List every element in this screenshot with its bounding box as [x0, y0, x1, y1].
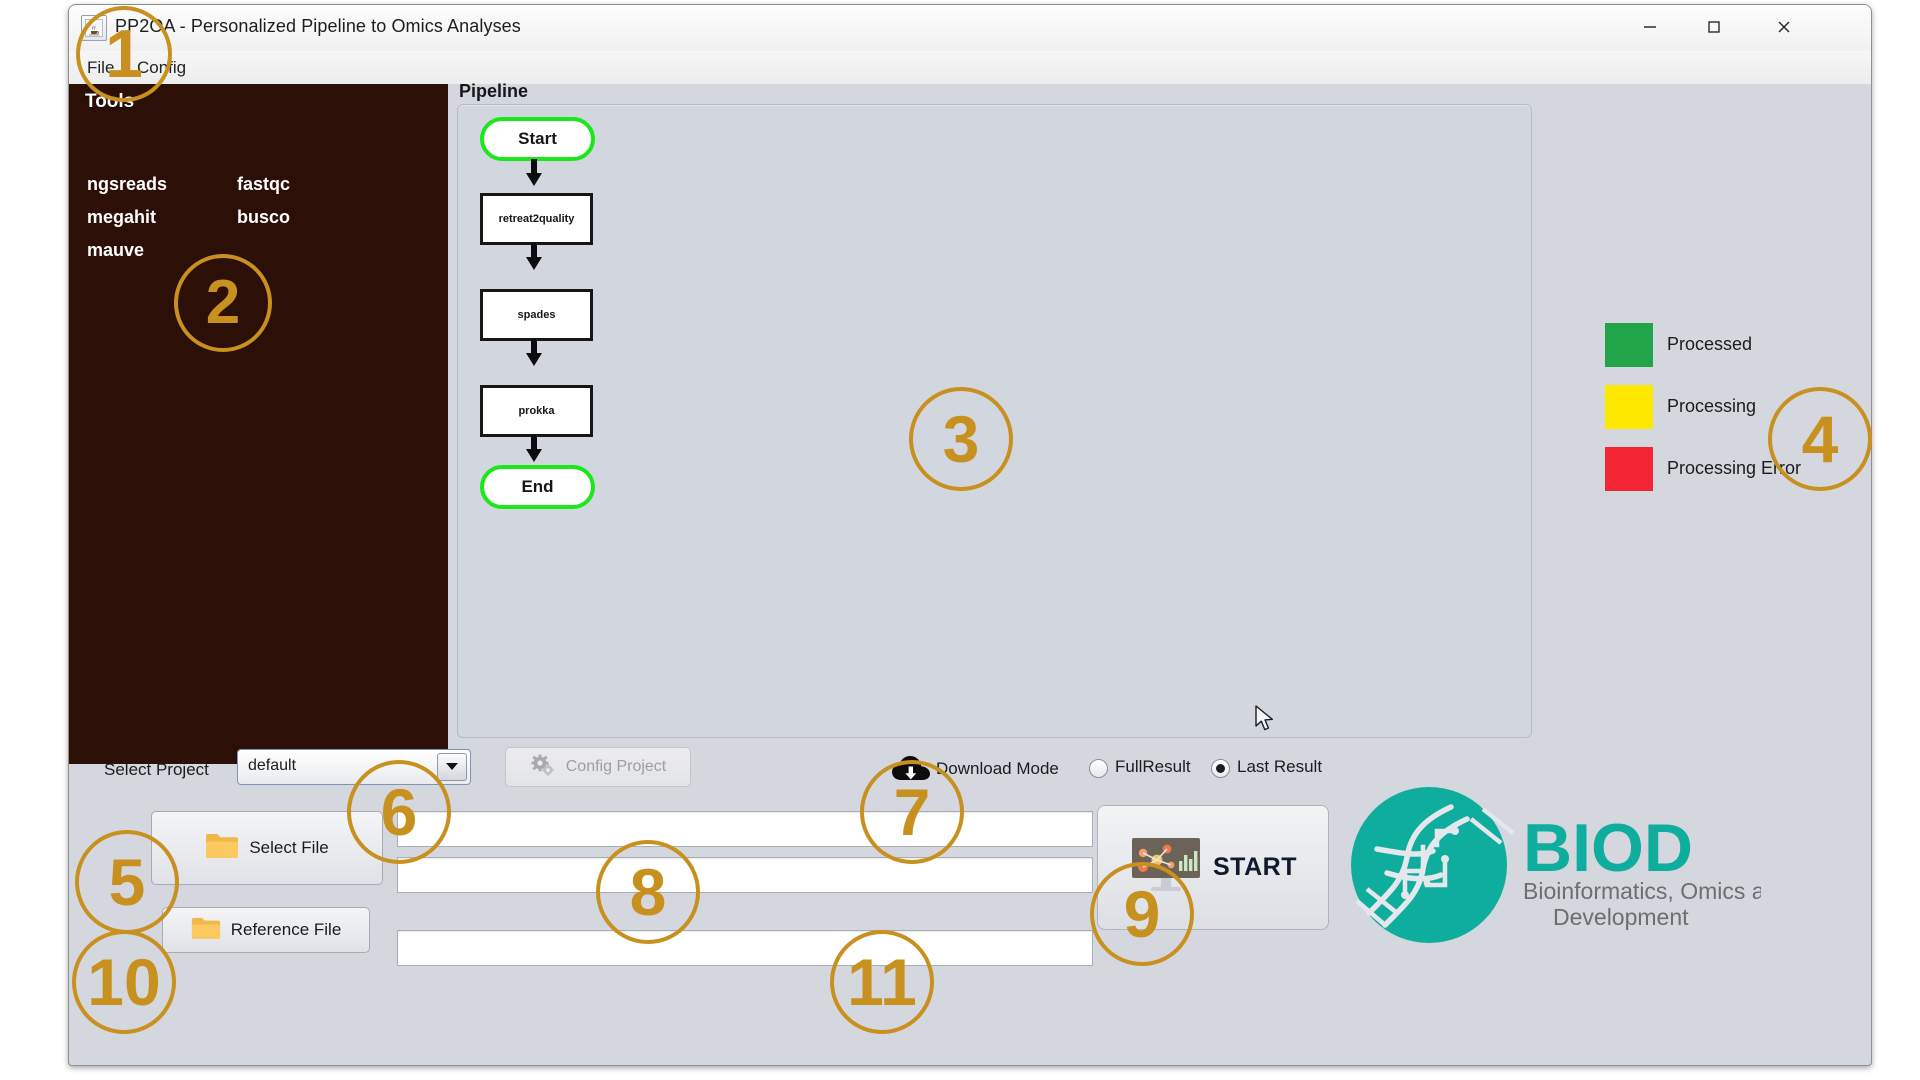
start-button[interactable]: START [1097, 805, 1329, 930]
pipeline-canvas[interactable]: Start retreat2quality spades prokka End [457, 104, 1532, 738]
radio-fullresult-indicator[interactable] [1089, 759, 1108, 778]
select-file-button[interactable]: Select File [151, 811, 383, 885]
window-title: PP2OA - Personalized Pipeline to Omics A… [115, 16, 521, 36]
pipeline-node-retreat2quality[interactable]: retreat2quality [480, 193, 593, 245]
pipeline-node-end[interactable]: End [480, 465, 595, 509]
menu-item-file[interactable]: File [81, 56, 120, 80]
legend-swatch-processed [1605, 323, 1653, 367]
tool-item-fastqc[interactable]: fastqc [237, 174, 290, 195]
legend-label-processed: Processed [1667, 334, 1753, 354]
application-window: PP2OA - Personalized Pipeline to Omics A… [68, 4, 1872, 1066]
mouse-pointer-icon [1255, 705, 1277, 740]
reference-file-label: Reference File [230, 920, 342, 939]
config-project-label: Config Project [565, 758, 667, 775]
cloud-download-icon [891, 755, 931, 790]
pipeline-arrow-down-icon [524, 159, 544, 187]
radio-last-result-label: Last Result [1237, 757, 1323, 776]
close-icon[interactable] [1753, 5, 1815, 49]
analytics-monitor-icon [1129, 835, 1203, 900]
pipeline-section-label: Pipeline [459, 81, 529, 101]
tools-panel-title: Tools [85, 91, 135, 112]
reference-file-button[interactable]: Reference File [162, 907, 370, 953]
project-select-dropdown[interactable]: default [237, 749, 471, 785]
tools-panel: Tools ngsreads fastqc megahit busco mauv… [69, 84, 448, 764]
minimize-icon[interactable] [1619, 5, 1681, 49]
radio-fullresult-label: FullResult [1115, 757, 1191, 776]
tool-item-ngsreads[interactable]: ngsreads [87, 174, 167, 195]
maximize-icon[interactable] [1683, 5, 1745, 49]
select-file-path-input-1[interactable] [397, 811, 1093, 847]
pipeline-node-spades[interactable]: spades [480, 289, 593, 341]
download-mode-label: Download Mode [936, 759, 1059, 778]
legend-label-processing: Processing [1667, 396, 1757, 416]
folder-icon [205, 832, 239, 864]
menu-item-config[interactable]: Config [131, 56, 192, 80]
gears-icon [530, 752, 556, 783]
select-file-path-input-2[interactable] [397, 857, 1093, 893]
title-bar: PP2OA - Personalized Pipeline to Omics A… [69, 5, 1871, 52]
chevron-down-icon[interactable] [437, 753, 467, 781]
screenshot-root: PP2OA - Personalized Pipeline to Omics A… [0, 0, 1920, 1080]
java-coffee-icon [81, 15, 107, 41]
menu-bar: File Config [69, 51, 1871, 85]
biod-wordmark: BIOD [1523, 810, 1693, 886]
select-project-label: Select Project [104, 760, 209, 779]
pipeline-node-prokka[interactable]: prokka [480, 385, 593, 437]
legend-swatch-processing-error [1605, 447, 1653, 491]
biod-tagline-line1: Bioinformatics, Omics and [1523, 878, 1761, 904]
reference-file-path-input[interactable] [397, 930, 1093, 966]
legend-label-processing-error: Processing Error [1667, 458, 1802, 478]
pipeline-node-start[interactable]: Start [480, 117, 595, 161]
biod-tagline-line2: Development [1553, 904, 1689, 930]
pipeline-arrow-down-icon [524, 243, 544, 271]
biod-logo: BIOD Bioinformatics, Omics and Developme… [1341, 785, 1790, 950]
radio-last-result-indicator[interactable] [1211, 759, 1230, 778]
tool-item-busco[interactable]: busco [237, 207, 290, 228]
start-button-label: START [1213, 853, 1297, 881]
tool-item-mauve[interactable]: mauve [87, 240, 144, 261]
bottom-control-bar: Select Project default Config Project Do… [69, 745, 1871, 1065]
config-project-button[interactable]: Config Project [505, 747, 691, 787]
tool-item-megahit[interactable]: megahit [87, 207, 156, 228]
pipeline-arrow-down-icon [524, 435, 544, 463]
folder-icon [191, 916, 221, 945]
pipeline-arrow-down-icon [524, 339, 544, 367]
select-file-label: Select File [249, 838, 329, 857]
legend-swatch-processing [1605, 385, 1653, 429]
project-select-value: default [248, 757, 297, 774]
